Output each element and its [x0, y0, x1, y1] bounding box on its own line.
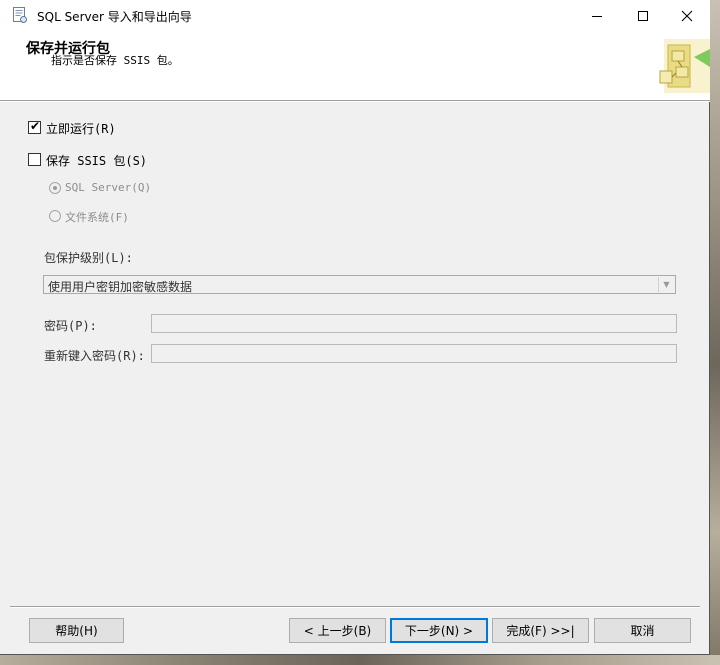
- back-button[interactable]: < 上一步(B): [289, 618, 386, 643]
- minimize-icon: [592, 15, 602, 17]
- save-ssis-checkbox[interactable]: [28, 153, 41, 166]
- radio-selected-dot-icon: [53, 186, 57, 190]
- sql-server-radio-label[interactable]: SQL Server(Q): [65, 181, 151, 194]
- save-ssis-label[interactable]: 保存 SSIS 包(S): [46, 152, 147, 169]
- desktop-background: [710, 0, 720, 665]
- window-title: SQL Server 导入和导出向导: [37, 10, 192, 24]
- desktop-background-bottom: [0, 655, 720, 665]
- close-icon: [681, 10, 693, 21]
- chevron-down-icon[interactable]: ▼: [658, 277, 674, 292]
- protection-level-label: 包保护级别(L):: [44, 251, 133, 265]
- close-button[interactable]: [664, 0, 710, 31]
- checkmark-icon: ✔: [30, 119, 41, 133]
- maximize-button[interactable]: [620, 0, 666, 31]
- wizard-window: SQL Server 导入和导出向导 保存并运行包 指示是否保存 SSIS 包。: [0, 0, 710, 655]
- wizard-app-icon: [12, 6, 28, 24]
- minimize-button[interactable]: [574, 0, 620, 31]
- run-now-checkbox[interactable]: ✔: [28, 119, 41, 134]
- file-system-radio-label[interactable]: 文件系统(F): [65, 209, 129, 225]
- password-field[interactable]: [151, 314, 677, 333]
- ssis-package-art-icon: [650, 37, 710, 95]
- retype-password-label: 重新键入密码(R):: [44, 349, 145, 363]
- protection-level-value: 使用用户密钥加密敏感数据: [48, 280, 193, 294]
- wizard-header: 保存并运行包 指示是否保存 SSIS 包。: [0, 31, 710, 100]
- next-button[interactable]: 下一步(N) >: [390, 618, 488, 643]
- page-subtitle: 指示是否保存 SSIS 包。: [51, 54, 179, 67]
- help-button[interactable]: 帮助(H): [29, 618, 124, 643]
- file-system-radio[interactable]: [49, 210, 61, 222]
- cancel-button[interactable]: 取消: [594, 618, 691, 643]
- finish-button[interactable]: 完成(F) >>|: [492, 618, 589, 643]
- sql-server-radio[interactable]: [49, 182, 61, 194]
- protection-level-dropdown[interactable]: 使用用户密钥加密敏感数据 ▼: [43, 275, 676, 294]
- title-bar[interactable]: SQL Server 导入和导出向导: [0, 0, 710, 31]
- password-label: 密码(P):: [44, 319, 97, 333]
- maximize-icon: [638, 10, 648, 21]
- run-now-label[interactable]: 立即运行(R): [46, 120, 116, 137]
- retype-password-field[interactable]: [151, 344, 677, 363]
